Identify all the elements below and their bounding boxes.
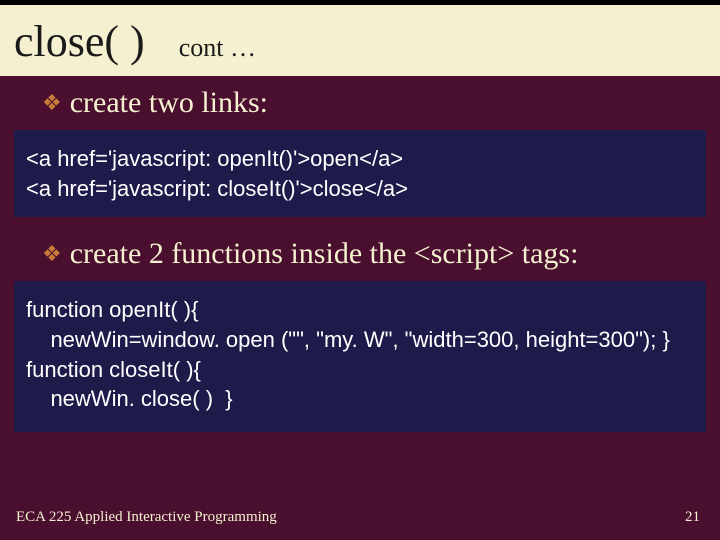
top-border bbox=[0, 0, 720, 5]
bullet-1: ❖ create two links: bbox=[0, 76, 720, 126]
bullet-1-text: create two links: bbox=[70, 86, 268, 120]
code-block-1: <a href='javascript: openIt()'>open</a> … bbox=[14, 130, 706, 217]
slide-number: 21 bbox=[685, 509, 700, 526]
slide-title: close( ) bbox=[14, 16, 145, 67]
slide: close( ) cont … ❖ create two links: <a h… bbox=[0, 0, 720, 540]
footer: ECA 225 Applied Interactive Programming … bbox=[16, 509, 700, 526]
diamond-bullet-icon: ❖ bbox=[42, 90, 62, 116]
footer-left: ECA 225 Applied Interactive Programming bbox=[16, 509, 277, 526]
code-block-2: function openIt( ){ newWin=window. open … bbox=[14, 281, 706, 432]
title-row: close( ) cont … bbox=[0, 0, 720, 76]
bullet-2: ❖ create 2 functions inside the <script>… bbox=[0, 221, 720, 277]
bullet-2-text: create 2 functions inside the <script> t… bbox=[70, 237, 579, 271]
diamond-bullet-icon: ❖ bbox=[42, 241, 62, 267]
slide-subtitle: cont … bbox=[179, 33, 256, 63]
